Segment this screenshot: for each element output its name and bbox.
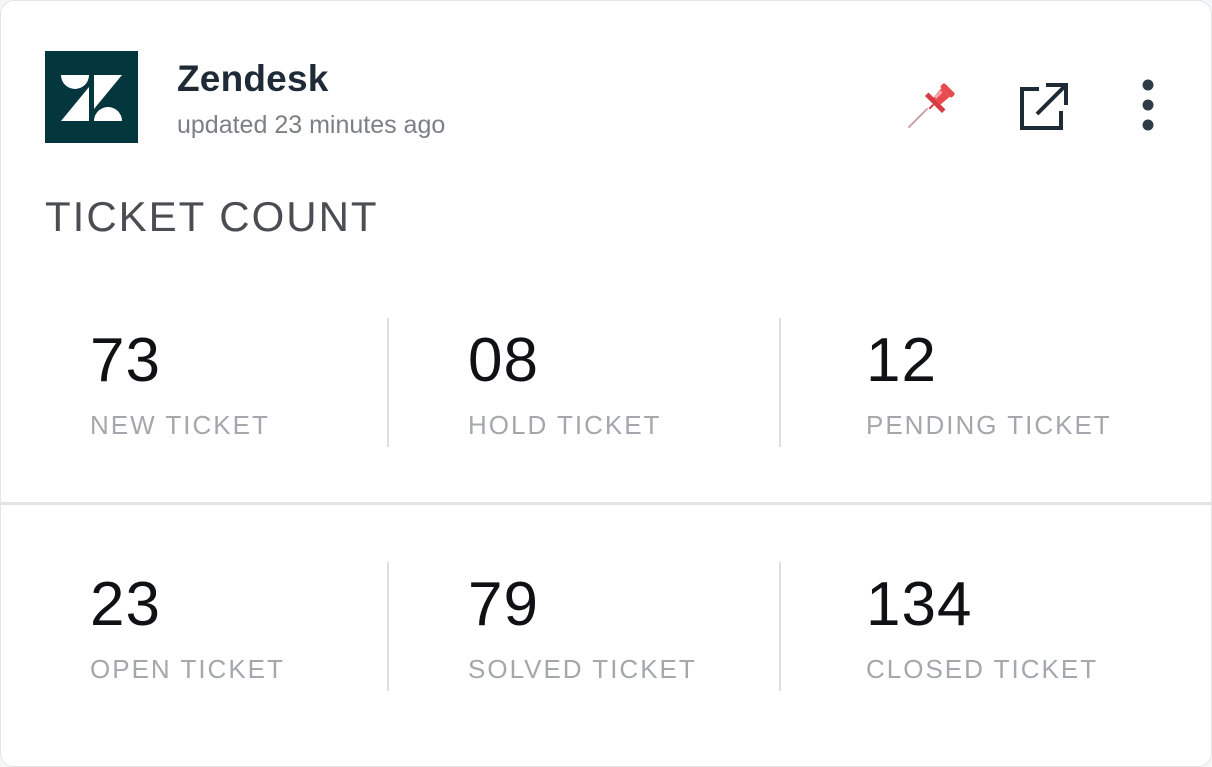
closed-ticket-count: 134 — [866, 570, 973, 639]
hold-ticket-count: 08 — [468, 326, 539, 395]
solved-ticket-count: 79 — [468, 570, 539, 639]
open-ticket-label: OPEN TICKET — [90, 654, 285, 684]
hold-ticket-label: HOLD TICKET — [468, 410, 662, 440]
closed-ticket-label: CLOSED TICKET — [866, 654, 1099, 684]
last-updated-text: updated 23 minutes ago — [177, 111, 446, 139]
column-divider — [387, 562, 389, 691]
solved-ticket-label: SOLVED TICKET — [468, 654, 697, 684]
pending-ticket-label: PENDING TICKET — [866, 410, 1112, 440]
open-ticket-count: 23 — [90, 570, 161, 639]
app-title: Zendesk — [177, 58, 329, 99]
more-options-button[interactable] — [1133, 77, 1163, 133]
zendesk-logo-icon — [45, 51, 138, 143]
row-divider — [1, 502, 1211, 505]
section-title: TICKET COUNT — [45, 193, 379, 240]
zendesk-widget-card: Zendesk updated 23 minutes ago TICKET CO… — [0, 0, 1212, 767]
pending-ticket-count: 12 — [866, 326, 937, 395]
vertical-dots-icon — [1142, 79, 1154, 131]
pushpin-icon — [908, 83, 955, 128]
column-divider — [779, 562, 781, 691]
open-external-button[interactable] — [1017, 79, 1071, 133]
external-link-icon — [1020, 83, 1068, 130]
new-ticket-label: NEW TICKET — [90, 410, 270, 440]
column-divider — [779, 318, 781, 447]
column-divider — [387, 318, 389, 447]
new-ticket-count: 73 — [90, 326, 161, 395]
pin-button[interactable] — [905, 81, 961, 131]
